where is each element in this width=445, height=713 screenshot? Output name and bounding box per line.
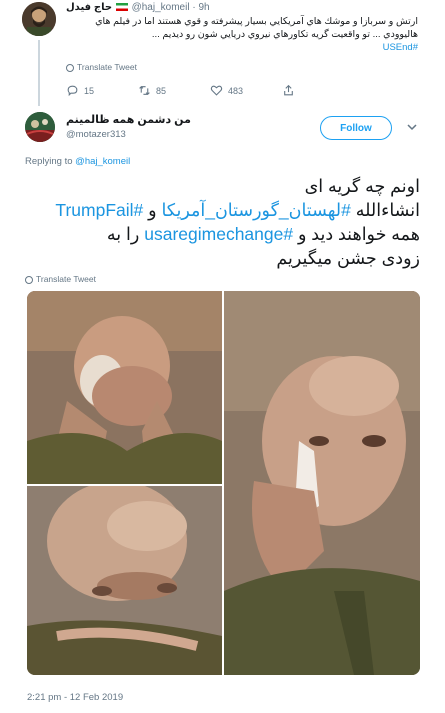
tweet-text: اونم چه گریه ای انشاءالله #لهستان_گورستا… [20,174,420,270]
parent-text-body: ارتش و سربازا و موشك هاي آمريكايي بسيار … [95,16,418,40]
tweet-line-text: همه خواهند دید و [297,224,420,244]
translate-tweet-link[interactable]: Translate Tweet [66,62,137,72]
thread-line [38,40,40,106]
retweet-count: 85 [156,85,167,96]
avatar[interactable] [25,112,55,142]
share-button[interactable] [282,84,300,97]
tweet-line: همه خواهند دید و #usaregimechange را به [20,222,420,246]
replying-prefix: Replying to [25,156,73,167]
translate-label: Translate Tweet [36,274,97,284]
reply-button[interactable]: 15 [66,84,138,97]
iran-flag-icon [115,3,128,12]
tweet-line: انشاءالله #لهستان_گورستان_آمریکا و #Trum… [20,198,420,222]
tweet-line-text: انشاءالله [355,200,420,220]
chevron-down-icon[interactable] [407,122,417,132]
handle[interactable]: @motazer313 [66,129,126,140]
translate-label: Translate Tweet [77,62,138,72]
hashtag-link[interactable]: #USEnd [383,42,418,53]
media-photo[interactable] [27,486,222,675]
tweet-line-text: اونم چه گریه ای [304,176,420,196]
retweet-icon [139,85,150,96]
replying-to: Replying to @haj_komeil [25,156,130,167]
follow-button[interactable]: Follow [320,116,392,140]
tweet-line: اونم چه گریه ای [20,174,420,198]
tweet-line-text: زودی جشن میگیریم [276,248,420,268]
media-photo[interactable] [224,291,420,675]
globe-icon [66,63,74,72]
media-collage[interactable] [27,291,420,675]
media-photo[interactable] [27,291,222,484]
tweet-actions: 15 85 483 [66,84,300,97]
globe-icon [25,275,33,284]
parent-tweet-header: حاج فيدل @haj_komeil · 9h [66,2,210,13]
tweet-line-text: و [148,200,157,220]
parent-handle[interactable]: @haj_komeil [132,2,190,13]
avatar[interactable] [22,2,56,36]
tweet-timestamp[interactable]: 2:21 pm - 12 Feb 2019 [27,692,123,703]
like-count: 483 [228,85,244,96]
parent-tweet[interactable]: حاج فيدل @haj_komeil · 9h ارتش و سربازا … [0,0,445,108]
hashtag-link[interactable]: #لهستان_گورستان_آمریکا [161,200,350,220]
hashtag-link[interactable]: #usaregimechange [144,224,293,244]
translate-tweet-link[interactable]: Translate Tweet [25,274,96,284]
display-name[interactable]: من دشمن همه ظالمینم [66,113,191,126]
hashtag-link[interactable]: #TrumpFail [55,200,143,220]
reply-icon [67,85,78,97]
tweet-line-text: را به [106,224,140,244]
parent-time[interactable]: · 9h [192,2,209,13]
like-icon [210,85,223,96]
parent-display-name[interactable]: حاج فيدل [66,2,112,13]
replying-to-link[interactable]: @haj_komeil [75,156,130,167]
like-button[interactable]: 483 [210,84,282,97]
retweet-button[interactable]: 85 [138,84,210,97]
tweet-line: زودی جشن میگیریم [20,246,420,270]
parent-tweet-text: ارتش و سربازا و موشك هاي آمريكايي بسيار … [66,15,418,54]
share-icon [284,84,293,96]
reply-count: 15 [84,85,95,96]
